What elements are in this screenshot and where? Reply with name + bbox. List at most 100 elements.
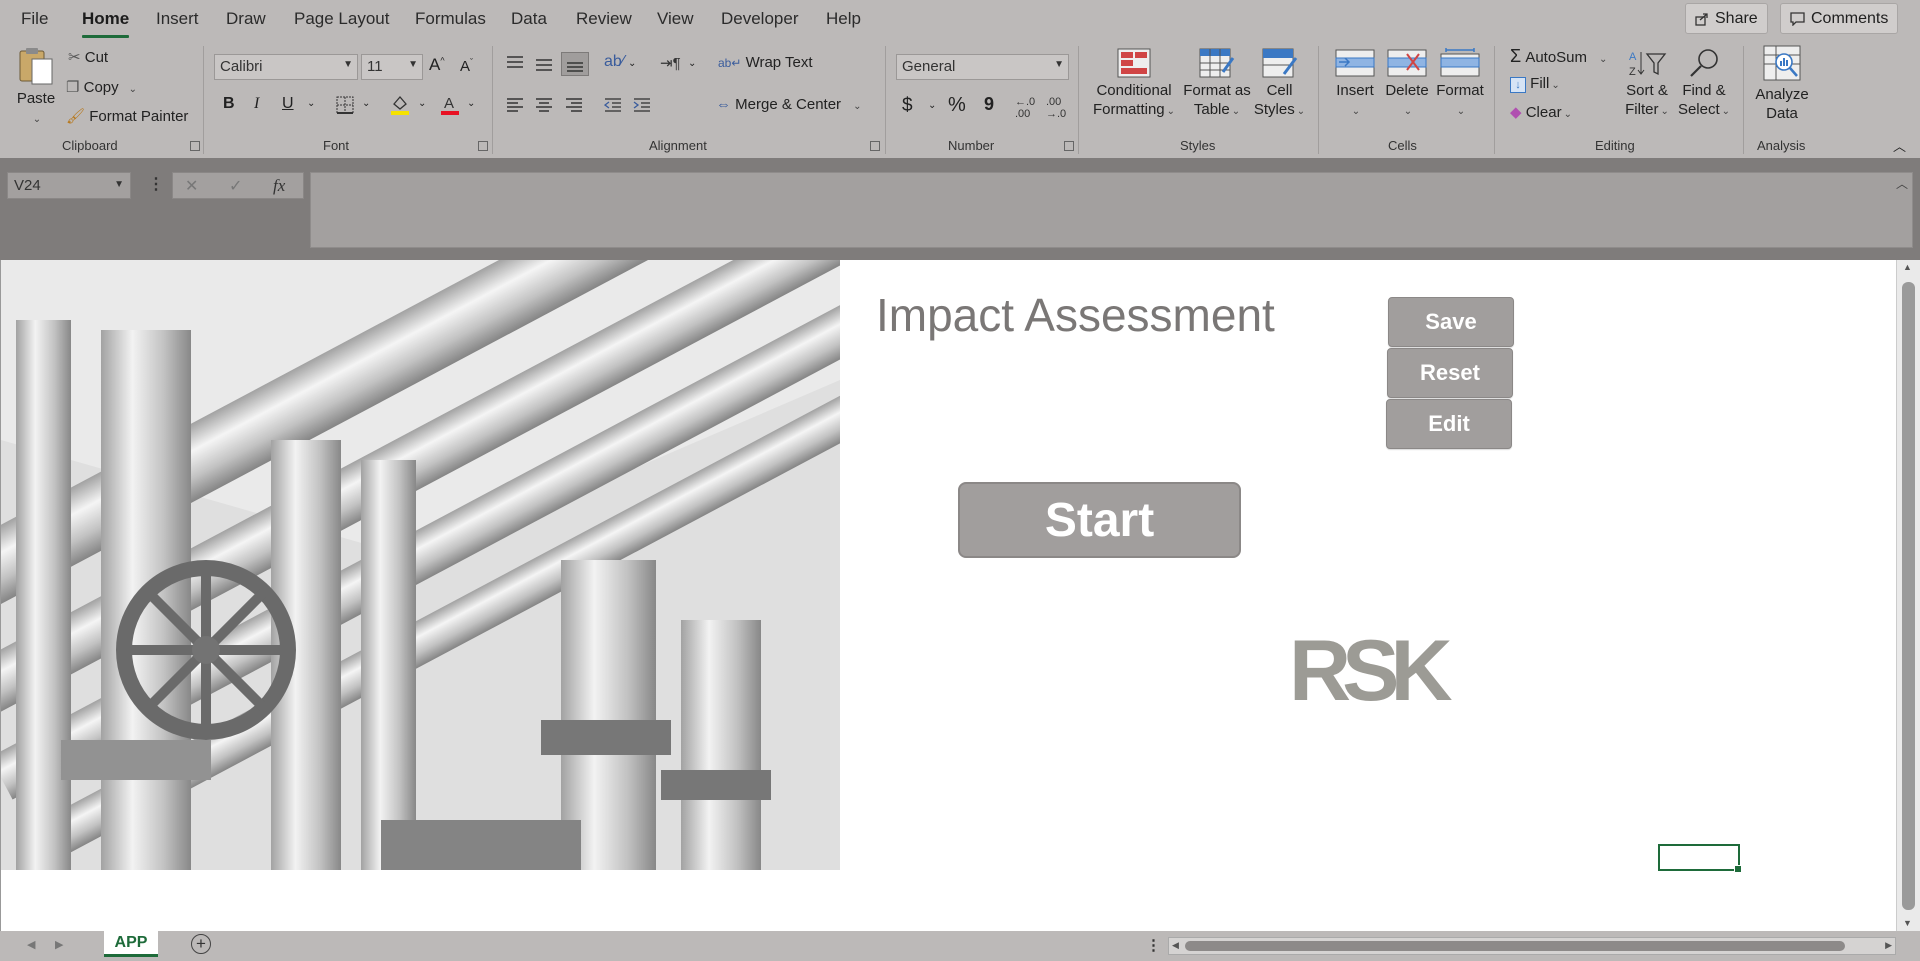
increase-decimal-icon[interactable]: ←.0.00 bbox=[1015, 96, 1035, 120]
format-cells-button[interactable]: Format ⌄ bbox=[1433, 48, 1487, 121]
horizontal-scrollbar[interactable]: ◀ ▶ bbox=[1168, 937, 1896, 955]
bold-button[interactable]: B bbox=[223, 95, 235, 113]
format-as-table-button[interactable]: Format as Table ⌄ bbox=[1182, 48, 1252, 121]
fill-color-icon[interactable] bbox=[390, 94, 410, 116]
cell-styles-icon bbox=[1262, 48, 1297, 78]
tab-page-layout[interactable]: Page Layout bbox=[294, 9, 389, 29]
borders-icon[interactable] bbox=[336, 96, 354, 114]
orientation-icon[interactable]: ab⁄ bbox=[604, 53, 624, 71]
insert-function-icon[interactable]: fx bbox=[273, 176, 285, 196]
font-size-select[interactable]: 11 ▼ bbox=[361, 54, 423, 80]
tab-insert[interactable]: Insert bbox=[156, 9, 199, 29]
increase-font-icon[interactable]: A^ bbox=[429, 55, 445, 75]
comments-button[interactable]: Comments bbox=[1780, 3, 1899, 34]
italic-button[interactable]: I bbox=[254, 95, 259, 113]
insert-cells-button[interactable]: Insert ⌄ bbox=[1330, 48, 1380, 121]
merge-center-button[interactable]: ⇔ Merge & Center ⌄ bbox=[716, 96, 861, 113]
find-select-button[interactable]: Find & Select ⌄ bbox=[1676, 48, 1732, 121]
align-bottom-button[interactable] bbox=[561, 52, 589, 76]
align-top-icon[interactable] bbox=[506, 55, 524, 71]
tab-formulas[interactable]: Formulas bbox=[415, 9, 486, 29]
currency-dropdown-icon[interactable]: ⌄ bbox=[928, 100, 936, 111]
underline-dropdown-icon[interactable]: ⌄ bbox=[307, 98, 315, 109]
tab-view[interactable]: View bbox=[657, 9, 694, 29]
increase-indent-icon[interactable] bbox=[633, 97, 651, 113]
comma-button[interactable]: 9 bbox=[984, 94, 994, 115]
next-sheet-icon[interactable]: ▶ bbox=[55, 938, 63, 951]
expand-formula-icon[interactable]: ︿ bbox=[1896, 175, 1908, 192]
currency-button[interactable]: $ bbox=[902, 95, 913, 117]
clipboard-launcher-icon[interactable] bbox=[190, 141, 200, 151]
collapse-ribbon-icon[interactable]: ︿ bbox=[1893, 136, 1906, 155]
copy-button[interactable]: ❐ Copy ⌄ bbox=[66, 78, 137, 96]
alignment-launcher-icon[interactable] bbox=[870, 141, 880, 151]
analyze-data-button[interactable]: Analyze Data bbox=[1752, 44, 1812, 123]
start-button[interactable]: Start bbox=[958, 482, 1241, 558]
add-sheet-icon[interactable]: + bbox=[191, 934, 211, 954]
svg-text:A: A bbox=[444, 95, 454, 112]
tab-split-handle-icon[interactable]: ⋮ bbox=[1146, 936, 1161, 954]
share-button[interactable]: Share bbox=[1685, 3, 1768, 34]
text-direction-icon[interactable]: ⇥¶ bbox=[660, 54, 681, 72]
group-separator bbox=[1318, 46, 1319, 154]
conditional-formatting-button[interactable]: Conditional Formatting ⌄ bbox=[1090, 48, 1178, 121]
font-name-select[interactable]: Calibri ▼ bbox=[214, 54, 358, 80]
active-cell-selection[interactable] bbox=[1658, 844, 1742, 873]
vertical-scroll-thumb[interactable] bbox=[1902, 282, 1915, 910]
scroll-up-icon[interactable]: ▲ bbox=[1903, 262, 1912, 272]
clear-button[interactable]: ◆ Clear ⌄ bbox=[1510, 103, 1572, 121]
font-launcher-icon[interactable] bbox=[478, 141, 488, 151]
format-painter-button[interactable]: 🖌 Format Painter bbox=[66, 107, 188, 125]
tab-data[interactable]: Data bbox=[511, 9, 547, 29]
fill-button[interactable]: ↓ Fill ⌄ bbox=[1510, 75, 1560, 93]
tab-home[interactable]: Home bbox=[82, 9, 130, 38]
sort-filter-button[interactable]: AZ Sort & Filter ⌄ bbox=[1620, 48, 1674, 121]
borders-dropdown-icon[interactable]: ⌄ bbox=[362, 98, 370, 109]
name-box[interactable]: V24 ▼ bbox=[7, 172, 131, 199]
align-middle-icon[interactable] bbox=[535, 56, 553, 72]
vertical-scrollbar[interactable]: ▲ ▼ bbox=[1896, 260, 1920, 931]
tab-draw[interactable]: Draw bbox=[226, 9, 266, 29]
font-color-dropdown-icon[interactable]: ⌄ bbox=[467, 98, 475, 109]
align-left-icon[interactable] bbox=[506, 97, 524, 113]
prev-sheet-icon[interactable]: ◀ bbox=[27, 938, 35, 951]
autosum-button[interactable]: Σ AutoSum ⌄ bbox=[1510, 46, 1607, 67]
scroll-left-icon[interactable]: ◀ bbox=[1172, 940, 1179, 951]
scroll-right-icon[interactable]: ▶ bbox=[1885, 940, 1892, 951]
percent-button[interactable]: % bbox=[948, 94, 966, 117]
delete-cells-button[interactable]: Delete ⌄ bbox=[1382, 48, 1432, 121]
cut-button[interactable]: ✂ Cut bbox=[68, 48, 108, 66]
more-options-icon[interactable]: ⋮ bbox=[148, 174, 164, 194]
name-box-dropdown-icon[interactable]: ▼ bbox=[114, 179, 124, 190]
save-button[interactable]: Save bbox=[1388, 297, 1514, 347]
number-launcher-icon[interactable] bbox=[1064, 141, 1074, 151]
underline-button[interactable]: U bbox=[282, 95, 294, 113]
reset-button[interactable]: Reset bbox=[1387, 348, 1513, 398]
number-format-select[interactable]: General ▼ bbox=[896, 54, 1069, 80]
orientation-dropdown-icon[interactable]: ⌄ bbox=[628, 58, 636, 69]
paste-button[interactable]: Paste ⌄ bbox=[14, 46, 58, 129]
sheet-tab-app[interactable]: APP bbox=[104, 931, 158, 957]
tab-file[interactable]: File bbox=[21, 9, 48, 29]
horizontal-scroll-thumb[interactable] bbox=[1185, 941, 1845, 951]
tab-review[interactable]: Review bbox=[576, 9, 632, 29]
enter-icon[interactable]: ✓ bbox=[229, 176, 242, 196]
analyze-data-label-1: Analyze bbox=[1755, 86, 1809, 103]
fill-color-dropdown-icon[interactable]: ⌄ bbox=[418, 98, 426, 109]
cell-styles-button[interactable]: Cell Styles ⌄ bbox=[1252, 48, 1307, 121]
wrap-text-button[interactable]: ab↵ Wrap Text bbox=[718, 54, 813, 71]
align-right-icon[interactable] bbox=[565, 97, 583, 113]
worksheet-area[interactable]: Impact Assessment Save Reset Edit Start … bbox=[0, 260, 1896, 931]
decrease-decimal-icon[interactable]: .00 →.0 bbox=[1046, 96, 1066, 120]
font-color-icon[interactable]: A bbox=[440, 94, 460, 116]
decrease-font-icon[interactable]: Aˇ bbox=[460, 57, 473, 75]
tab-developer[interactable]: Developer bbox=[721, 9, 799, 29]
decrease-indent-icon[interactable] bbox=[604, 97, 622, 113]
cancel-icon[interactable]: ✕ bbox=[185, 176, 198, 196]
tab-help[interactable]: Help bbox=[826, 9, 861, 29]
text-direction-dropdown-icon[interactable]: ⌄ bbox=[688, 58, 696, 69]
formula-input[interactable]: ︿ bbox=[310, 172, 1913, 248]
scroll-down-icon[interactable]: ▼ bbox=[1903, 918, 1912, 928]
edit-button[interactable]: Edit bbox=[1386, 399, 1512, 449]
align-center-icon[interactable] bbox=[535, 97, 553, 113]
